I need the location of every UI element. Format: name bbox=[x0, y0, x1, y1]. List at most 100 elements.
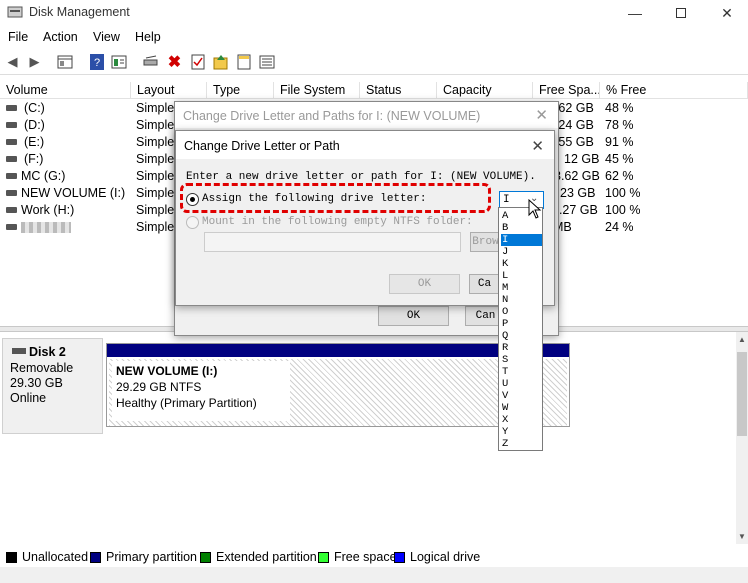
volume-layout: Simple bbox=[136, 169, 175, 183]
volume-list-header: Volume Layout Type File System Status Ca… bbox=[0, 82, 748, 99]
dropdown-option[interactable]: J bbox=[501, 246, 541, 258]
svg-text:?: ? bbox=[94, 57, 100, 69]
dropdown-option[interactable]: Q bbox=[501, 330, 541, 342]
legend-label: Unallocated bbox=[22, 550, 89, 564]
col-type[interactable]: Type bbox=[207, 82, 274, 99]
close-button[interactable]: ✕ bbox=[704, 0, 748, 26]
highlight-annotation bbox=[180, 183, 491, 213]
dropdown-option[interactable]: R bbox=[501, 342, 541, 354]
drive-icon bbox=[6, 224, 17, 230]
volume-name: (D:) bbox=[24, 118, 45, 132]
col-status[interactable]: Status bbox=[360, 82, 437, 99]
dropdown-option[interactable]: T bbox=[501, 366, 541, 378]
disk-icon bbox=[12, 348, 26, 354]
col-free-space[interactable]: Free Spa... bbox=[533, 82, 600, 99]
close-icon: ✕ bbox=[721, 4, 733, 21]
volume-layout: Simple bbox=[136, 152, 175, 166]
disk-type: Removable bbox=[10, 361, 74, 375]
volume-layout: Simple bbox=[136, 118, 175, 132]
drive-icon bbox=[6, 139, 17, 145]
legend-swatch-logical bbox=[394, 552, 405, 563]
minimize-icon: — bbox=[628, 5, 642, 21]
details-icon[interactable] bbox=[110, 53, 127, 70]
volume-pct-free: 100 % bbox=[605, 203, 641, 217]
properties-icon[interactable] bbox=[56, 53, 73, 70]
forward-icon[interactable]: ▶ bbox=[26, 53, 43, 70]
drive-icon bbox=[6, 190, 17, 196]
legend-label: Primary partition bbox=[106, 550, 197, 564]
legend-swatch-free bbox=[318, 552, 329, 563]
new-document-icon[interactable] bbox=[235, 53, 252, 70]
dropdown-option[interactable]: B bbox=[501, 222, 541, 234]
disk-info-panel[interactable]: Disk 2 Removable 29.30 GB Online bbox=[2, 338, 103, 434]
connect-drive-icon[interactable] bbox=[142, 53, 159, 70]
upload-folder-icon[interactable] bbox=[212, 53, 229, 70]
drive-letter-dropdown-list[interactable]: A B I J K L M N O P Q R S T U V W X Y Z bbox=[498, 207, 543, 451]
dropdown-option[interactable]: Z bbox=[501, 438, 541, 450]
dialog-ok-button[interactable]: OK bbox=[389, 274, 460, 294]
drive-icon bbox=[6, 105, 17, 111]
dropdown-option[interactable]: P bbox=[501, 318, 541, 330]
help-icon[interactable]: ? bbox=[88, 53, 105, 70]
dropdown-option[interactable]: L bbox=[501, 270, 541, 282]
dropdown-option[interactable]: M bbox=[501, 282, 541, 294]
mount-folder-path-input[interactable] bbox=[204, 232, 461, 252]
dropdown-option[interactable]: Y bbox=[501, 426, 541, 438]
disk-status: Online bbox=[10, 391, 47, 405]
disk-management-icon bbox=[7, 6, 23, 18]
volume-free: 3.62 GB bbox=[554, 169, 600, 183]
dialog-cancel-button[interactable]: Ca bbox=[469, 274, 499, 294]
toolbar: ◀ ▶ ? ✖ bbox=[0, 49, 748, 75]
volume-layout: Simple bbox=[136, 220, 175, 234]
dropdown-option[interactable]: O bbox=[501, 306, 541, 318]
dropdown-option-selected[interactable]: I bbox=[501, 234, 542, 246]
menu-file[interactable]: File bbox=[8, 30, 28, 44]
legend-swatch-primary bbox=[90, 552, 101, 563]
dialog-back-ok-button[interactable]: OK bbox=[378, 306, 449, 326]
volume-label-box: NEW VOLUME (I:) 29.29 GB NTFS Healthy (P… bbox=[112, 361, 290, 421]
volume-pct-free: 48 % bbox=[605, 101, 634, 115]
blurred-volume-name bbox=[21, 222, 71, 233]
col-percent-free[interactable]: % Free bbox=[600, 82, 748, 99]
dialog-back-close-icon[interactable]: ✕ bbox=[535, 106, 548, 124]
mount-folder-label[interactable]: Mount in the following empty NTFS folder… bbox=[202, 216, 473, 228]
checklist-icon[interactable] bbox=[189, 53, 206, 70]
vertical-scrollbar[interactable]: ▲ ▼ bbox=[736, 332, 748, 544]
minimize-button[interactable]: — bbox=[612, 0, 658, 26]
col-volume[interactable]: Volume bbox=[0, 82, 131, 99]
menu-help[interactable]: Help bbox=[135, 30, 161, 44]
col-layout[interactable]: Layout bbox=[131, 82, 207, 99]
mount-folder-radio[interactable] bbox=[186, 216, 199, 229]
volume-free: 12 GB bbox=[564, 152, 600, 166]
dropdown-option[interactable]: N bbox=[501, 294, 541, 306]
window-title: Disk Management bbox=[29, 5, 130, 19]
volume-pct-free: 45 % bbox=[605, 152, 634, 166]
menu-action[interactable]: Action bbox=[43, 30, 78, 44]
col-file-system[interactable]: File System bbox=[274, 82, 360, 99]
dropdown-option[interactable]: U bbox=[501, 378, 541, 390]
volume-name: (C:) bbox=[24, 101, 45, 115]
dropdown-option[interactable]: K bbox=[501, 258, 541, 270]
scroll-down-icon[interactable]: ▼ bbox=[738, 532, 746, 541]
browse-button[interactable]: Brow bbox=[470, 232, 500, 252]
dropdown-option[interactable]: X bbox=[501, 414, 541, 426]
dropdown-option[interactable]: W bbox=[501, 402, 541, 414]
dialog-close-icon[interactable]: ✕ bbox=[531, 137, 544, 155]
list-view-icon[interactable] bbox=[258, 53, 275, 70]
volume-layout: Simple bbox=[136, 203, 175, 217]
dialog-instruction: Enter a new drive letter or path for I: … bbox=[186, 171, 536, 183]
volume-pct-free: 24 % bbox=[605, 220, 634, 234]
back-icon[interactable]: ◀ bbox=[4, 53, 21, 70]
col-capacity[interactable]: Capacity bbox=[437, 82, 533, 99]
drive-icon bbox=[6, 207, 17, 213]
menu-view[interactable]: View bbox=[93, 30, 120, 44]
drive-letter-selected-value: I bbox=[503, 194, 510, 206]
maximize-button[interactable] bbox=[658, 0, 704, 26]
scroll-thumb[interactable] bbox=[737, 352, 747, 436]
delete-icon[interactable]: ✖ bbox=[166, 53, 183, 71]
volume-name: MC (G:) bbox=[21, 169, 66, 183]
dropdown-option[interactable]: V bbox=[501, 390, 541, 402]
legend-label: Extended partition bbox=[216, 550, 317, 564]
scroll-up-icon[interactable]: ▲ bbox=[738, 335, 746, 344]
dropdown-option[interactable]: S bbox=[501, 354, 541, 366]
